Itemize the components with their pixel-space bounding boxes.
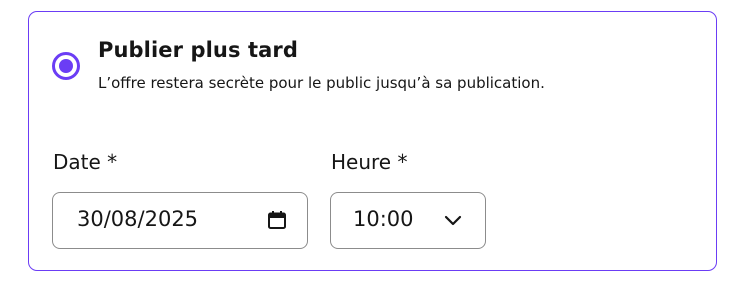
calendar-icon[interactable] — [267, 210, 287, 230]
publish-later-option-card[interactable]: Publier plus tard L’offre restera secrèt… — [28, 11, 717, 271]
radio-selected-dot — [59, 59, 73, 73]
date-value: 30/08/2025 — [77, 207, 199, 231]
publish-later-radio[interactable] — [52, 52, 80, 80]
option-title: Publier plus tard — [98, 38, 298, 62]
date-input[interactable]: 30/08/2025 — [52, 192, 308, 249]
option-description: L’offre restera secrète pour le public j… — [98, 74, 545, 92]
time-value: 10:00 — [353, 207, 414, 231]
time-label: Heure * — [331, 150, 408, 174]
chevron-down-icon — [444, 215, 462, 226]
date-label: Date * — [53, 150, 118, 174]
time-select[interactable]: 10:00 — [330, 192, 486, 249]
